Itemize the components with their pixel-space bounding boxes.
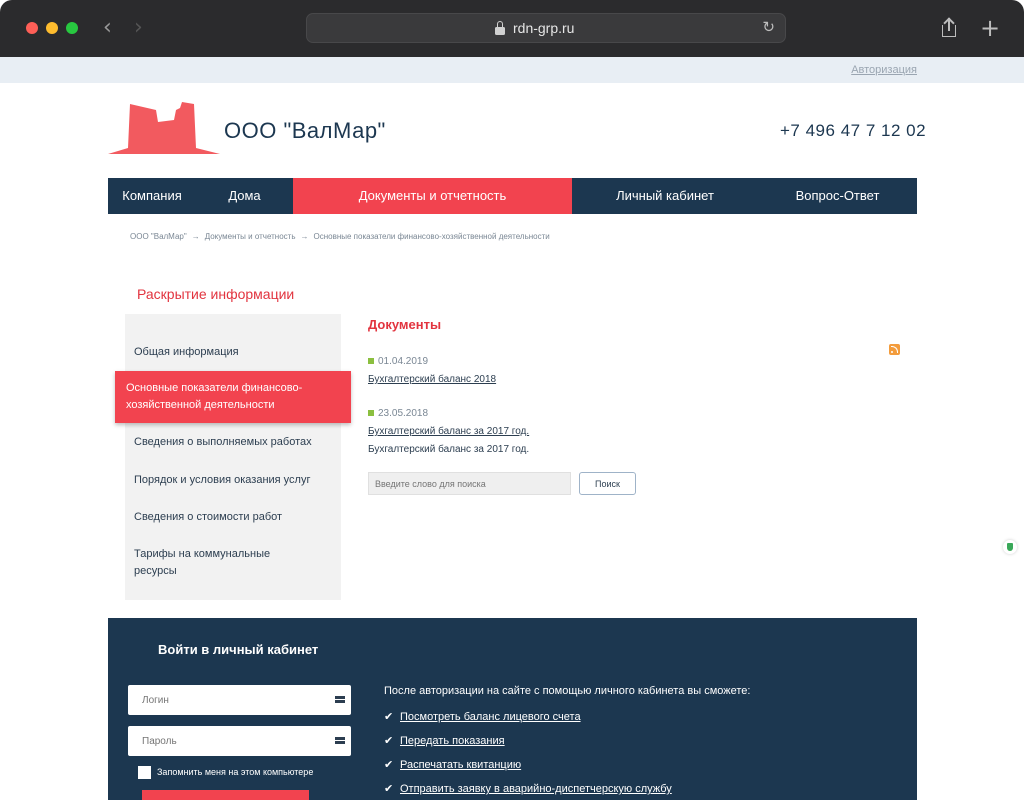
document-link[interactable]: Бухгалтерский баланс за 2017 год.	[368, 426, 529, 437]
search-button[interactable]: Поиск	[579, 472, 636, 495]
feature-item: ✔ Отправить заявку в аварийно-диспетчерск…	[384, 782, 672, 795]
breadcrumb: ООО "ВалМар" → Документы и отчетность → Осно…	[130, 232, 550, 241]
login-button[interactable]	[142, 790, 309, 800]
sidebar-item-services[interactable]: Порядок и условия оказания услуг	[134, 472, 310, 489]
password-input[interactable]	[128, 726, 351, 756]
document-link[interactable]: Бухгалтерский баланс 2018	[368, 374, 496, 385]
breadcrumb-home[interactable]: ООО "ВалМар"	[130, 232, 187, 241]
check-icon: ✔	[384, 758, 394, 771]
document-link[interactable]: Бухгалтерский баланс за 2017 год.	[368, 444, 529, 455]
company-logo[interactable]	[108, 100, 220, 156]
remember-checkbox[interactable]	[138, 766, 151, 779]
breadcrumb-separator: →	[300, 232, 309, 241]
back-arrow-icon[interactable]: ‹	[103, 14, 112, 42]
check-icon: ✔	[384, 710, 394, 723]
phone-number[interactable]: +7 496 47 7 12 02	[780, 121, 926, 141]
check-icon: ✔	[384, 734, 394, 747]
remember-me[interactable]: Запомнить меня на этом компьютере	[138, 766, 313, 779]
share-icon[interactable]	[941, 17, 957, 38]
lock-icon	[495, 21, 505, 35]
breadcrumb-separator: →	[191, 232, 200, 241]
check-icon: ✔	[384, 782, 394, 795]
shield-icon[interactable]	[1003, 540, 1017, 554]
remember-label: Запомнить меня на этом компьютере	[157, 766, 314, 777]
sidebar-item-works[interactable]: Сведения о выполняемых работах	[134, 434, 312, 451]
sidebar-item-financial[interactable]: Основные показатели финансово-хозяйствен…	[115, 371, 351, 423]
feature-item: ✔ Передать показания	[384, 734, 505, 747]
green-square-icon	[368, 410, 374, 417]
search-input[interactable]	[368, 472, 571, 495]
browser-toolbar: ‹ › rdn-grp.ru ↻ +	[0, 0, 1024, 57]
sidebar-title: Раскрытие информации	[137, 286, 295, 302]
feature-link[interactable]: Передать показания	[400, 735, 505, 747]
after-auth-text: После авторизации на сайте с помощью лич…	[384, 685, 751, 697]
documents-title: Документы	[368, 317, 442, 332]
document-date: 01.04.2019	[368, 356, 428, 367]
nav-item-cabinet[interactable]: Личный кабинет	[572, 178, 758, 214]
list-icon	[335, 737, 345, 746]
login-section: Войти в личный кабинет Запомнить меня на…	[108, 618, 917, 800]
url-text: rdn-grp.ru	[513, 20, 575, 36]
main-navigation: Компания Дома Документы и отчетность Лич…	[108, 178, 917, 214]
zoom-window-button[interactable]	[66, 22, 78, 34]
address-bar[interactable]: rdn-grp.ru ↻	[306, 13, 786, 43]
sidebar-item-costs[interactable]: Сведения о стоимости работ	[134, 509, 324, 526]
green-square-icon	[368, 358, 374, 365]
feature-item: ✔ Распечатать квитанцию	[384, 758, 521, 771]
rss-icon[interactable]	[889, 344, 900, 355]
top-strip: Авторизация	[0, 57, 1024, 83]
feature-item: ✔ Посмотреть баланс лицевого счета	[384, 710, 581, 723]
login-title: Войти в личный кабинет	[158, 642, 319, 657]
document-date: 23.05.2018	[368, 408, 428, 419]
feature-link[interactable]: Отправить заявку в аварийно-диспетчерску…	[400, 783, 672, 795]
nav-item-documents[interactable]: Документы и отчетность	[293, 178, 572, 214]
auth-link[interactable]: Авторизация	[851, 64, 917, 76]
login-input[interactable]	[128, 685, 351, 715]
sidebar-item-general[interactable]: Общая информация	[134, 344, 239, 361]
nav-item-company[interactable]: Компания	[108, 178, 196, 214]
minimize-window-button[interactable]	[46, 22, 58, 34]
sidebar-item-tariffs[interactable]: Тарифы на коммунальные ресурсы	[134, 546, 304, 580]
list-icon	[335, 696, 345, 705]
company-name: ООО "ВалМар"	[224, 118, 386, 143]
forward-arrow-icon[interactable]: ›	[134, 14, 143, 42]
nav-item-faq[interactable]: Вопрос-Ответ	[758, 178, 917, 214]
breadcrumb-current: Основные показатели финансово-хозяйствен…	[313, 232, 550, 241]
feature-link[interactable]: Посмотреть баланс лицевого счета	[400, 711, 581, 723]
reload-icon[interactable]: ↻	[762, 18, 775, 36]
sidebar: Общая информация Сведения о выполняемых …	[125, 314, 341, 600]
close-window-button[interactable]	[26, 22, 38, 34]
feature-link[interactable]: Распечатать квитанцию	[400, 759, 521, 771]
nav-item-houses[interactable]: Дома	[196, 178, 293, 214]
new-tab-icon[interactable]: +	[980, 14, 1000, 42]
breadcrumb-documents[interactable]: Документы и отчетность	[205, 232, 296, 241]
